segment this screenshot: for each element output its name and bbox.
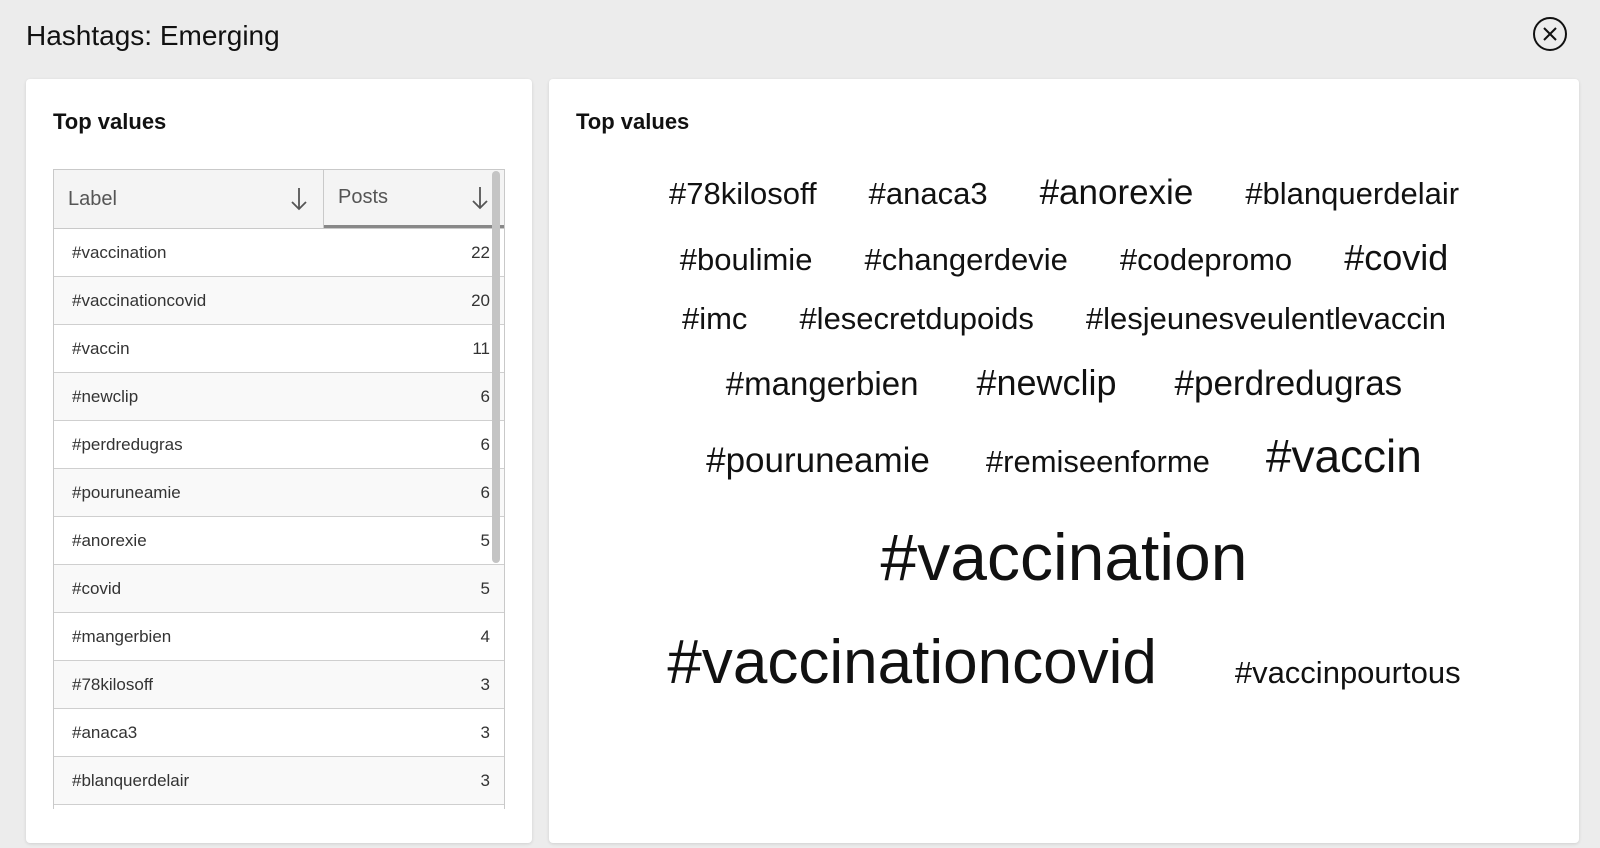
word-cloud-term[interactable]: #lesecretdupoids [799, 301, 1033, 337]
cell-label: #perdredugras [72, 434, 183, 454]
cell-posts: 5 [480, 530, 490, 550]
column-header-label[interactable]: Label [54, 170, 324, 228]
word-cloud-term[interactable]: #pouruneamie [706, 441, 930, 481]
arrow-down-icon [472, 186, 488, 209]
word-cloud-term[interactable]: #codepromo [1120, 242, 1292, 278]
word-cloud-row: #78kilosoff #anaca3 #anorexie #blanquerdela… [549, 173, 1579, 213]
cell-label: #anaca3 [72, 722, 138, 742]
cell-posts: 6 [480, 386, 490, 406]
word-cloud-row: #pouruneamie #remiseenforme #vaccin [549, 429, 1579, 483]
word-cloud-term[interactable]: #perdredugras [1175, 364, 1403, 404]
column-header-label-text: Label [68, 187, 117, 210]
cell-posts: 6 [480, 434, 490, 454]
word-cloud-term[interactable]: #anaca3 [869, 176, 988, 212]
cell-posts: 3 [480, 770, 490, 790]
table-row[interactable]: #mangerbien 4 [54, 613, 504, 661]
cell-label: #78kilosoff [72, 674, 153, 694]
cell-posts: 4 [480, 626, 490, 646]
word-cloud-term[interactable]: #mangerbien [726, 365, 919, 403]
word-cloud-term[interactable]: #newclip [976, 362, 1116, 404]
table-row[interactable]: #vaccinationcovid 20 [54, 277, 504, 325]
top-values-cloud-panel: Top values #78kilosoff #anaca3 #anorexie #b… [549, 79, 1579, 843]
table-row[interactable]: #newclip 6 [54, 373, 504, 421]
word-cloud-row: #vaccinationcovid #vaccinpourtous [549, 627, 1579, 698]
cell-label: #vaccinationcovid [72, 290, 207, 310]
cell-label: #anorexie [72, 530, 147, 550]
column-header-posts[interactable]: Posts [324, 170, 504, 228]
table-row[interactable]: #anaca3 3 [54, 709, 504, 757]
panel-heading: Top values [53, 109, 167, 134]
cell-posts: 6 [480, 482, 490, 502]
cell-label: #vaccin [72, 338, 130, 358]
cell-posts: 3 [480, 722, 490, 742]
word-cloud-row: #mangerbien #newclip #perdredugras [549, 362, 1579, 404]
cell-posts: 3 [480, 674, 490, 694]
table-row[interactable]: #covid 5 [54, 565, 504, 613]
table-row[interactable]: #vaccination 22 [54, 229, 504, 277]
dialog-title: Hashtags: Emerging [26, 20, 280, 51]
cell-label: #pouruneamie [72, 482, 181, 502]
word-cloud-term[interactable]: #lesjeunesveulentlevaccin [1086, 301, 1446, 337]
word-cloud-term[interactable]: #imc [682, 301, 747, 337]
word-cloud-row: #vaccination [549, 519, 1579, 595]
word-cloud-term[interactable]: #vaccin [1266, 429, 1422, 483]
cell-posts: 5 [480, 578, 490, 598]
word-cloud-term[interactable]: #changerdevie [864, 242, 1067, 278]
cell-posts: 20 [471, 290, 490, 310]
cell-posts: 11 [472, 338, 490, 358]
cell-label: #blanquerdelair [72, 770, 190, 790]
word-cloud-term[interactable]: #78kilosoff [669, 176, 817, 212]
table-row[interactable]: #vaccin 11 [54, 325, 504, 373]
word-cloud-term[interactable]: #remiseenforme [986, 444, 1210, 480]
word-cloud-term[interactable]: #vaccinpourtous [1235, 655, 1461, 691]
top-values-table-panel: Top values Label Posts #vaccination 22 #va… [26, 79, 532, 843]
cell-posts: 22 [471, 242, 490, 262]
cell-label: #newclip [72, 386, 139, 406]
table-body: #vaccination 22 #vaccinationcovid 20 #vaccin… [54, 229, 504, 805]
word-cloud-row: #imc #lesecretdupoids #lesjeunesveulentlev… [549, 301, 1579, 337]
cell-label: #vaccination [72, 242, 167, 262]
close-icon [1543, 27, 1557, 41]
word-cloud-term[interactable]: #boulimie [680, 242, 813, 278]
table-row[interactable]: #blanquerdelair 3 [54, 757, 504, 805]
word-cloud-term[interactable]: #anorexie [1040, 173, 1194, 213]
table-row[interactable]: #pouruneamie 6 [54, 469, 504, 517]
panel-heading: Top values [576, 109, 690, 134]
table-row[interactable]: #perdredugras 6 [54, 421, 504, 469]
word-cloud-term[interactable]: #covid [1344, 237, 1448, 279]
table-header: Label Posts [54, 170, 504, 229]
column-header-posts-text: Posts [338, 186, 389, 208]
table-row[interactable]: #anorexie 5 [54, 517, 504, 565]
table-row[interactable]: #78kilosoff 3 [54, 661, 504, 709]
word-cloud-term[interactable]: #blanquerdelair [1245, 176, 1459, 212]
word-cloud-row: #boulimie #changerdevie #codepromo #covid [549, 237, 1579, 279]
close-button[interactable] [1533, 17, 1567, 51]
word-cloud-term[interactable]: #vaccination [881, 519, 1248, 595]
arrow-down-icon [291, 188, 307, 211]
cell-label: #covid [72, 578, 122, 598]
word-cloud-term[interactable]: #vaccinationcovid [667, 627, 1156, 698]
table-scrollbar[interactable] [492, 171, 500, 563]
top-values-table: Label Posts #vaccination 22 #vaccinationco… [53, 169, 505, 809]
cell-label: #mangerbien [72, 626, 172, 646]
